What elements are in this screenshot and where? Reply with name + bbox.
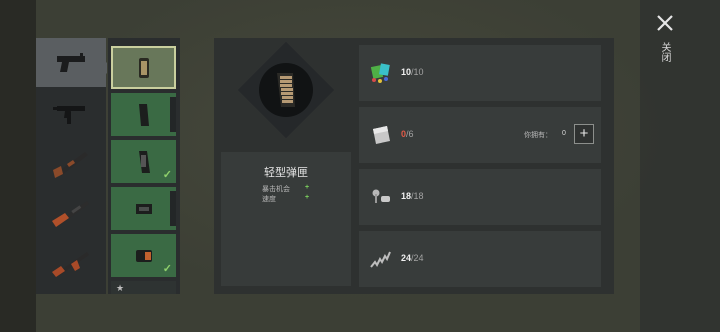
weapon-slot-pistol[interactable]	[36, 38, 106, 87]
screws-icon	[367, 183, 395, 211]
weapon-slot-smg[interactable]	[36, 88, 106, 137]
spring-icon	[367, 245, 395, 273]
weapon-slot-hunting-rifle[interactable]	[36, 188, 106, 237]
material-count: 24/24	[401, 253, 424, 263]
have-count: 10	[401, 67, 412, 77]
have-count: 18	[401, 191, 412, 201]
light-magazine-icon	[138, 57, 149, 78]
weapon-slot-sniper-rifle[interactable]	[36, 288, 106, 294]
stat-bonus: +	[305, 184, 310, 191]
close-icon	[657, 15, 673, 31]
star-icon: ★	[116, 283, 125, 293]
assault-rifle-icon	[52, 251, 89, 277]
crafted-check-icon: ✓	[162, 263, 172, 275]
material-count: 0/6	[401, 129, 414, 139]
required-count: 24	[413, 253, 424, 263]
slot-scrollbar	[170, 97, 176, 132]
close-label[interactable]: 关闭	[659, 42, 670, 62]
magazine-slot-compact[interactable]	[111, 187, 176, 230]
weapon-list[interactable]	[36, 38, 106, 294]
background-left	[0, 0, 36, 332]
magazine-slot-locked[interactable]: ★	[111, 281, 176, 294]
owned-label: 你拥有：	[524, 132, 552, 139]
smg-icon	[53, 105, 85, 124]
hunting-rifle-icon	[52, 200, 89, 227]
drum-magazine-icon	[135, 249, 152, 262]
item-info-box: 轻型弹匣 暴击机会 + 速度 +	[221, 152, 351, 286]
magazine-slot-extended[interactable]	[111, 93, 176, 136]
stat-row-crit: 暴击机会 +	[262, 184, 342, 194]
compact-magazine-icon	[135, 203, 152, 214]
item-preview	[237, 41, 335, 139]
stat-label: 速度	[262, 196, 276, 203]
item-name: 轻型弹匣	[264, 167, 308, 179]
required-count: 18	[413, 191, 424, 201]
add-material-button[interactable]: +	[574, 124, 594, 144]
pistol-icon	[57, 52, 85, 72]
stat-label: 暴击机会	[262, 186, 290, 193]
aluminum-icon	[367, 121, 395, 149]
required-count: 10	[413, 67, 424, 77]
have-count: 24	[401, 253, 412, 263]
weapon-slot-shotgun[interactable]	[36, 138, 106, 187]
light-magazine-icon	[277, 73, 295, 107]
shotgun-icon	[53, 151, 88, 178]
required-count: 6	[408, 129, 414, 139]
selection-pointer	[101, 62, 107, 74]
stat-row-speed: 速度 +	[262, 194, 342, 204]
background-right	[640, 0, 720, 332]
electronic-parts-icon	[367, 59, 395, 87]
magazine-slot-tactical[interactable]: ✓	[111, 140, 176, 183]
magazine-slot-drum[interactable]: ✓	[111, 234, 176, 277]
magazine-slot-light[interactable]	[111, 46, 176, 89]
owned-value: 0	[562, 130, 566, 137]
material-row: 10/10	[359, 45, 601, 101]
extended-magazine-icon	[138, 103, 149, 126]
material-row: 24/24	[359, 231, 601, 287]
material-count: 10/10	[401, 67, 424, 77]
tactical-magazine-icon	[138, 150, 150, 173]
close-button[interactable]	[652, 10, 678, 36]
material-row: 0/6 你拥有： 0 +	[359, 107, 601, 163]
preview-circle	[259, 63, 313, 117]
magazine-list[interactable]: ✓ ✓ ★	[108, 38, 180, 294]
weapon-slot-assault-rifle[interactable]	[36, 238, 106, 287]
slot-scrollbar	[170, 191, 176, 226]
material-row: 18/18	[359, 169, 601, 225]
crafted-check-icon: ✓	[162, 169, 172, 181]
stat-bonus: +	[305, 194, 310, 201]
material-count: 18/18	[401, 191, 424, 201]
